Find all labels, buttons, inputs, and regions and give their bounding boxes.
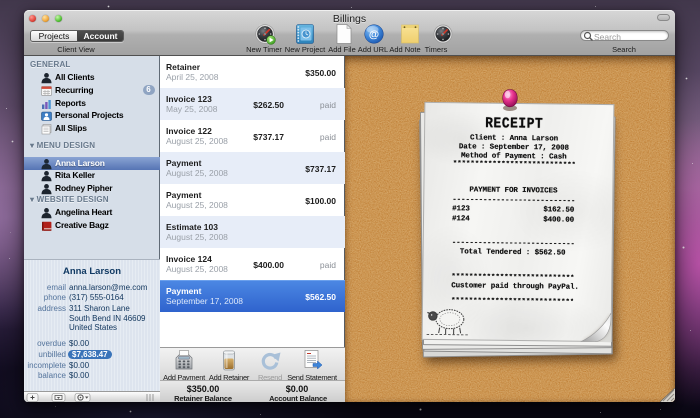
svg-text:@: @ [369,29,379,41]
